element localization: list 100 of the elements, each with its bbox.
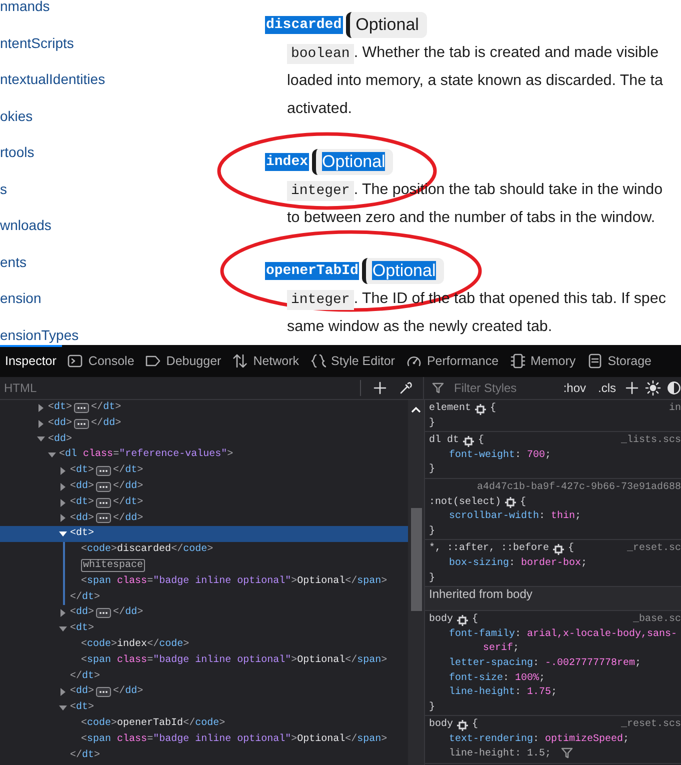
source-link[interactable]: _lists.scs xyxy=(620,434,681,449)
tree-row[interactable]: <dd> </dd> xyxy=(0,684,408,700)
source-link[interactable]: a4d47c1b-ba9f-427c-9b66-73e91ad688 xyxy=(476,480,681,496)
devtools-tab[interactable]: Network xyxy=(227,345,306,377)
sidebar-link[interactable]: ension xyxy=(0,290,42,306)
tree-row[interactable]: <code>index</code> xyxy=(0,636,408,653)
ellipsis-icon[interactable] xyxy=(96,513,112,524)
devtools-tab[interactable]: Style Editor xyxy=(305,345,401,377)
tree-row[interactable]: <dd> </dd> xyxy=(0,416,408,432)
brace: } xyxy=(429,464,436,476)
plus-icon[interactable] xyxy=(373,381,387,395)
document-icon xyxy=(586,353,603,369)
plus-icon[interactable] xyxy=(625,381,639,395)
markup-tag: <dl class="reference-values"> xyxy=(59,447,234,464)
devtools-tab[interactable]: Debugger xyxy=(140,345,228,377)
tag-icon xyxy=(145,353,162,369)
brace: { xyxy=(478,434,484,448)
optional-badge: Optional xyxy=(346,12,427,38)
tree-row[interactable]: <dt> </dt> xyxy=(0,463,408,479)
triangle-icon[interactable] xyxy=(59,498,67,507)
tree-row[interactable]: <dd> </dd> xyxy=(0,605,408,622)
contrast-icon[interactable] xyxy=(667,381,681,395)
devtools-tab[interactable]: Console xyxy=(62,345,140,377)
ellipsis-icon[interactable] xyxy=(74,418,90,429)
sidebar-link[interactable]: okies xyxy=(0,108,33,124)
ellipsis-icon[interactable] xyxy=(96,608,112,618)
source-link[interactable]: in xyxy=(668,402,681,417)
target-icon[interactable] xyxy=(553,544,564,556)
target-icon[interactable] xyxy=(475,404,486,415)
tree-row[interactable]: <dd> </dd> xyxy=(0,478,408,495)
tree-row[interactable]: <dd> xyxy=(0,432,408,448)
markup-tag: <span class="badge inline optional">Optional</span> xyxy=(81,732,388,748)
css-declaration: box-sizing: border-box; xyxy=(449,558,588,569)
triangle-icon[interactable] xyxy=(37,420,45,428)
css-selector: element xyxy=(429,402,472,416)
triangle-icon[interactable] xyxy=(48,451,56,460)
css-declaration: font-size: 100%; xyxy=(449,672,546,684)
devtools-tab[interactable]: Inspector xyxy=(0,345,62,377)
triangle-icon[interactable] xyxy=(59,625,67,634)
brace: } xyxy=(429,702,436,713)
toggle-button[interactable]: :hov xyxy=(560,381,589,395)
sidebar-link[interactable]: ntextualIdentities xyxy=(0,71,106,87)
css-declaration: font-weight: 700; xyxy=(449,450,552,461)
tree-row[interactable]: <code>openerTabId</code> xyxy=(0,716,408,732)
sidebar-link[interactable]: nmands xyxy=(0,0,50,14)
source-link[interactable]: _base.sc xyxy=(632,613,681,628)
triangle-icon[interactable] xyxy=(59,514,67,522)
sun-icon[interactable] xyxy=(645,380,661,396)
devtools-tab[interactable]: Storage xyxy=(582,345,658,377)
target-icon[interactable] xyxy=(463,436,474,447)
tree-row[interactable]: <dd> </dd> xyxy=(0,510,408,526)
source-link[interactable]: _reset.scs xyxy=(620,718,681,733)
devtools-tab[interactable]: Memory xyxy=(504,345,582,377)
sidebar-link[interactable]: ntentScripts xyxy=(0,34,74,50)
scrollbar[interactable] xyxy=(408,400,424,765)
tree-row[interactable]: <dt> </dt> xyxy=(0,400,408,416)
tree-row[interactable]: <dt> xyxy=(0,526,408,542)
triangle-icon[interactable] xyxy=(59,467,67,476)
devtools-tab[interactable]: Performance xyxy=(400,345,505,377)
tree-row[interactable]: <span class="badge inline optional">Optional</span> xyxy=(0,652,408,669)
ellipsis-icon[interactable] xyxy=(74,402,90,413)
css-selector: body xyxy=(429,718,454,732)
search-field[interactable]: HTML xyxy=(0,379,348,397)
tree-row[interactable]: <dt> xyxy=(0,700,408,716)
target-icon[interactable] xyxy=(457,720,468,732)
target-icon[interactable] xyxy=(505,497,516,508)
sidebar-link[interactable]: ensionTypes xyxy=(0,326,79,342)
sidebar-link[interactable]: wnloads xyxy=(0,217,52,233)
sidebar-link[interactable]: rtools xyxy=(0,144,34,160)
eyedropper-icon[interactable] xyxy=(399,381,413,395)
triangle-icon[interactable] xyxy=(59,530,67,538)
ellipsis-icon[interactable] xyxy=(96,482,112,492)
triangle-icon[interactable] xyxy=(37,435,45,444)
css-selector: dl dt xyxy=(429,434,460,448)
source-link[interactable]: _reset.sc xyxy=(626,542,681,557)
tree-row[interactable]: <dt> </dt> xyxy=(0,494,408,511)
target-icon[interactable] xyxy=(457,614,468,626)
tree-row[interactable]: <dl class="reference-values"> xyxy=(0,447,408,464)
tree-row[interactable]: <span class="badge inline optional">Optional</span> xyxy=(0,732,408,748)
sidebar-link[interactable]: s xyxy=(0,180,7,196)
sidebar-link[interactable]: ents xyxy=(0,254,26,270)
chip-icon xyxy=(510,353,526,369)
property-name: index xyxy=(265,153,310,171)
ellipsis-icon[interactable] xyxy=(96,498,112,508)
toggle-button[interactable]: .cls xyxy=(595,381,619,395)
markup-tag: </dt> xyxy=(70,668,100,684)
triangle-icon[interactable] xyxy=(59,609,67,618)
filter-icon[interactable] xyxy=(561,747,574,760)
triangle-icon[interactable] xyxy=(59,704,67,712)
description: boolean . Whether the tab is created and made visible loaded into memory, a state known as discarded. The ta activated. xyxy=(286,43,663,119)
ellipsis-icon[interactable] xyxy=(96,466,112,476)
triangle-icon[interactable] xyxy=(59,482,67,491)
markup-tag: </dd> xyxy=(113,478,144,495)
brace: { xyxy=(520,496,526,510)
tree-row[interactable]: <dt> xyxy=(0,621,408,637)
triangle-icon[interactable] xyxy=(37,404,45,412)
filter-field[interactable]: Filter Styles xyxy=(450,379,554,397)
brace: { xyxy=(472,718,478,732)
ellipsis-icon[interactable] xyxy=(96,687,112,698)
triangle-icon[interactable] xyxy=(59,688,67,696)
